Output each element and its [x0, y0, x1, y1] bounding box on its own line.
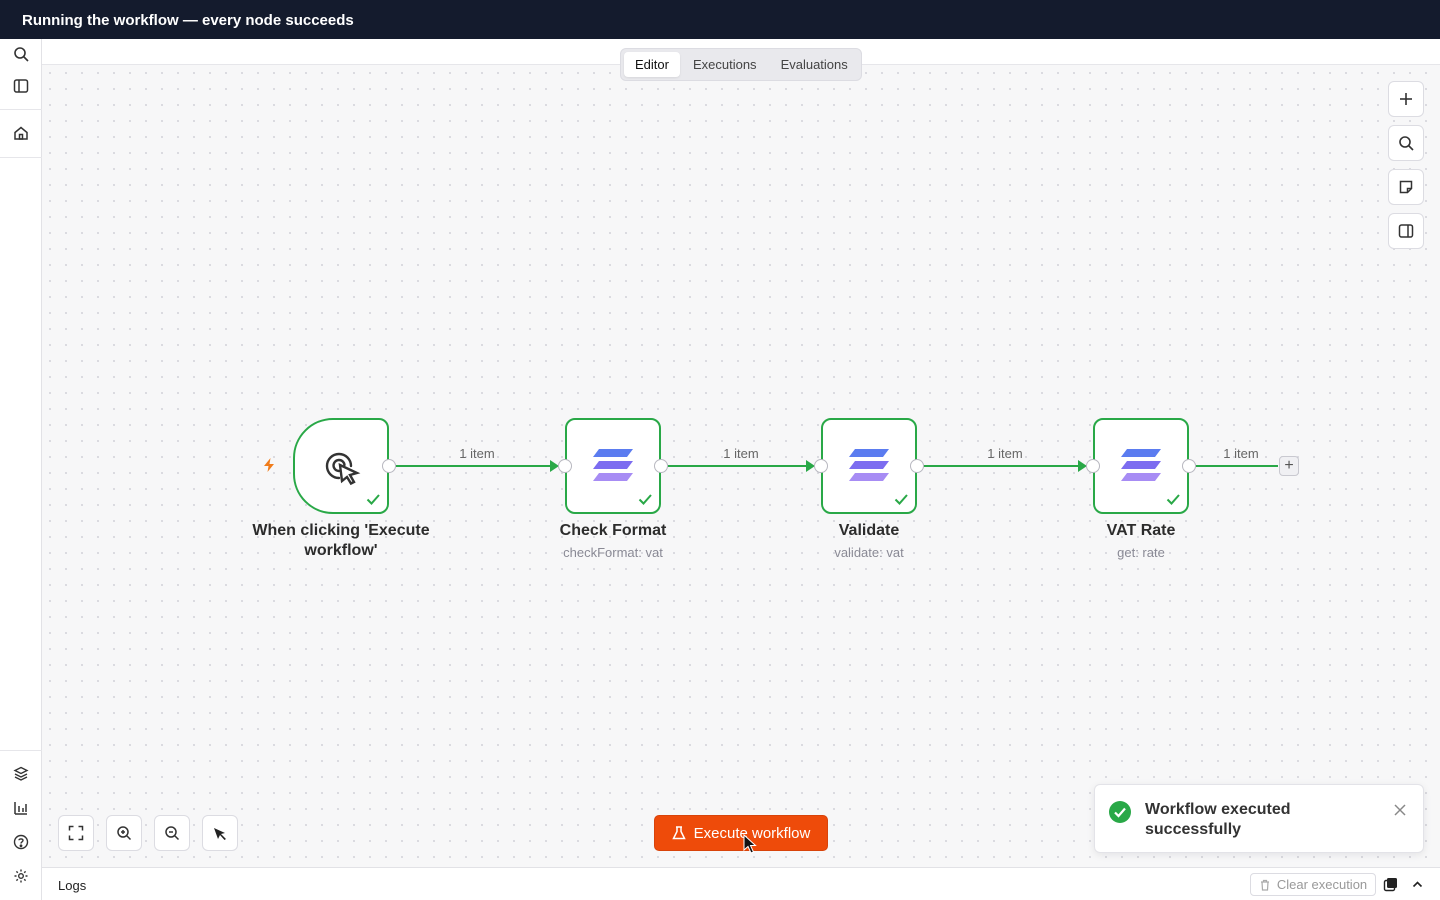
add-node-button[interactable] — [1388, 81, 1424, 117]
node-validate[interactable] — [821, 418, 917, 514]
mouse-pointer-icon — [743, 834, 757, 854]
success-check-icon — [1166, 494, 1180, 505]
view-tabs: Editor Executions Evaluations — [620, 48, 862, 81]
tab-editor[interactable]: Editor — [624, 52, 680, 77]
stack-icon — [849, 449, 889, 481]
add-next-node-button[interactable]: + — [1279, 456, 1299, 476]
stack-icon — [1121, 449, 1161, 481]
zoom-in-icon — [117, 826, 132, 841]
help-icon[interactable] — [6, 827, 36, 857]
magic-wand-icon — [214, 828, 226, 840]
execute-workflow-button[interactable]: Execute workflow — [654, 815, 828, 851]
search-icon[interactable] — [6, 39, 36, 69]
node-subtitle: get: rate — [1117, 545, 1165, 560]
trash-icon — [1260, 879, 1269, 891]
zoom-out-icon — [165, 826, 180, 841]
cursor-click-icon — [325, 452, 361, 486]
toggle-sidebar-icon[interactable] — [6, 71, 36, 101]
edge-label: 1 item — [987, 446, 1023, 461]
output-handle[interactable] — [382, 459, 396, 473]
toggle-panel-button[interactable] — [1388, 213, 1424, 249]
fit-view-icon — [68, 825, 84, 841]
zoom-out-button[interactable] — [154, 815, 190, 851]
input-handle[interactable] — [558, 459, 572, 473]
node-subtitle: checkFormat: vat — [563, 545, 663, 560]
node-title: Validate — [838, 522, 900, 539]
stack-icon — [593, 449, 633, 481]
tab-evaluations[interactable]: Evaluations — [770, 52, 859, 77]
templates-icon[interactable] — [6, 759, 36, 789]
logs-panel-bar[interactable]: Logs Clear execution — [42, 867, 1440, 900]
node-subtitle: validate: vat — [834, 545, 904, 560]
node-title: When clicking 'Execute workflow' — [252, 522, 430, 559]
toast-message: Workflow executed successfully — [1145, 801, 1291, 838]
input-handle[interactable] — [814, 459, 828, 473]
success-check-icon — [638, 494, 652, 505]
workflow-canvas[interactable] — [42, 65, 1440, 867]
node-check-format[interactable] — [565, 418, 661, 514]
success-check-icon — [366, 494, 380, 505]
flask-icon — [671, 826, 686, 840]
trigger-bolt-icon — [264, 458, 274, 472]
zoom-in-button[interactable] — [106, 815, 142, 851]
success-check-icon — [894, 494, 908, 505]
close-icon[interactable] — [1393, 803, 1407, 817]
output-handle[interactable] — [910, 459, 924, 473]
success-check-circle-icon — [1109, 801, 1131, 823]
pop-out-icon[interactable] — [1383, 877, 1398, 892]
logs-title: Logs — [58, 878, 87, 893]
search-nodes-button[interactable] — [1388, 125, 1424, 161]
node-title: Check Format — [559, 522, 667, 539]
canvas-right-toolbar — [1388, 81, 1424, 257]
tab-executions[interactable]: Executions — [682, 52, 768, 77]
success-toast: Workflow executed successfully — [1094, 784, 1424, 853]
left-sidebar — [0, 39, 42, 900]
banner-title: Running the workflow — every node succee… — [22, 12, 354, 29]
edge-label: 1 item — [459, 446, 495, 461]
edge-label: 1 item — [723, 446, 759, 461]
node-title: VAT Rate — [1106, 522, 1176, 539]
chevron-up-icon[interactable] — [1410, 877, 1425, 892]
clear-execution-label: Clear execution — [1276, 877, 1368, 892]
node-manual-trigger[interactable] — [293, 418, 389, 514]
tidy-up-button[interactable] — [202, 815, 238, 851]
node-vat-rate[interactable] — [1093, 418, 1189, 514]
home-icon[interactable] — [6, 118, 36, 148]
output-handle[interactable] — [654, 459, 668, 473]
settings-gear-icon[interactable] — [6, 861, 36, 891]
sticky-note-button[interactable] — [1388, 169, 1424, 205]
tutorial-banner: Running the workflow — every node succee… — [0, 0, 1440, 39]
insights-icon[interactable] — [6, 793, 36, 823]
input-handle[interactable] — [1086, 459, 1100, 473]
output-handle[interactable] — [1182, 459, 1196, 473]
edge-label: 1 item — [1223, 446, 1259, 461]
clear-execution-button[interactable]: Clear execution — [1250, 873, 1376, 896]
fit-view-button[interactable] — [58, 815, 94, 851]
